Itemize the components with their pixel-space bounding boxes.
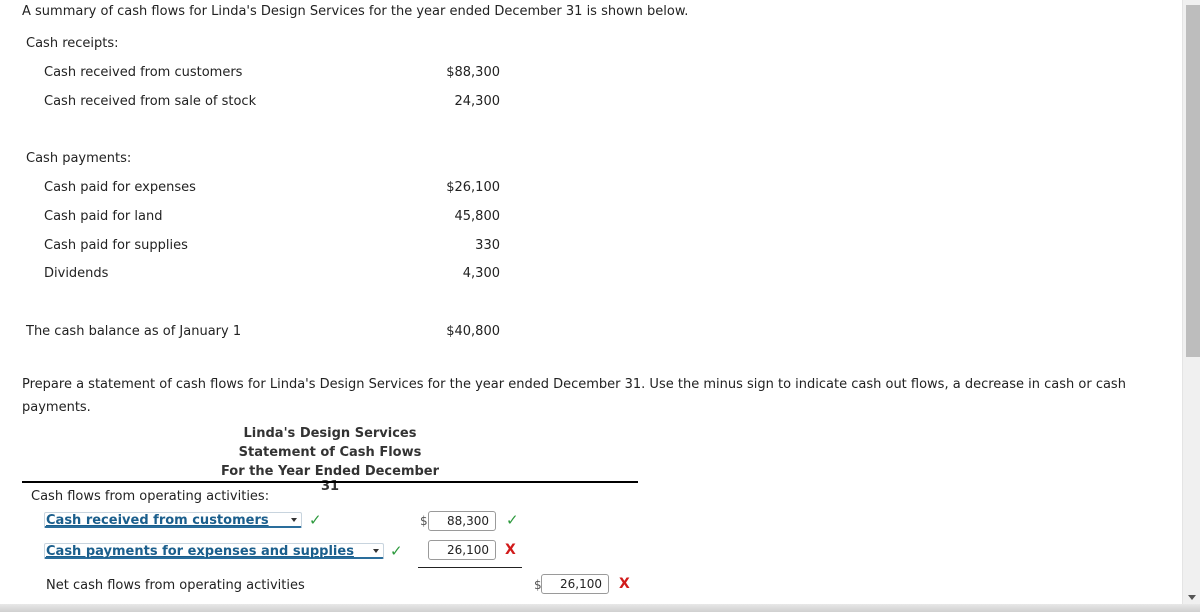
operating-section-label: Cash flows from operating activities: (31, 489, 270, 504)
bottom-edge (0, 604, 1200, 612)
cash-receipts-heading: Cash receipts: (26, 36, 119, 51)
scroll-down-arrow-icon[interactable] (1188, 595, 1196, 600)
payment-label: Cash paid for supplies (44, 238, 188, 253)
receipt-value: 24,300 (454, 94, 501, 109)
chevron-down-icon (373, 549, 379, 553)
payment-label: Cash paid for land (44, 209, 163, 224)
statement-company: Linda's Design Services (243, 426, 417, 441)
header-rule (22, 481, 638, 483)
payment-value: 330 (475, 238, 500, 253)
payment-value: $26,100 (446, 180, 500, 195)
scrollbar-thumb[interactable] (1186, 5, 1200, 357)
instructions-line-2: payments. (22, 400, 91, 415)
dropdown-value: Cash payments for expenses and supplies (46, 544, 354, 559)
payment-label: Dividends (44, 266, 109, 281)
amount-input[interactable] (428, 511, 496, 531)
subtotal-rule (418, 567, 522, 568)
line-item-dropdown[interactable]: Cash payments for expenses and supplies (44, 543, 384, 559)
net-operating-input[interactable] (541, 574, 609, 594)
payment-value: 4,300 (462, 266, 500, 281)
currency-symbol: $ (420, 514, 428, 528)
payment-value: 45,800 (454, 209, 501, 224)
intro-text: A summary of cash flows for Linda's Desi… (22, 4, 689, 19)
statement-title: Statement of Cash Flows (238, 445, 422, 460)
check-icon: ✓ (309, 511, 322, 529)
vertical-scrollbar[interactable] (1182, 0, 1200, 604)
payment-label: Cash paid for expenses (44, 180, 196, 195)
receipt-value: $88,300 (446, 65, 500, 80)
opening-balance-label: The cash balance as of January 1 (26, 324, 242, 339)
check-icon: ✓ (390, 542, 403, 560)
cross-icon: X (505, 542, 516, 558)
cross-icon: X (619, 576, 630, 592)
line-item-dropdown[interactable]: Cash received from customers (44, 512, 302, 528)
check-icon: ✓ (506, 511, 519, 529)
opening-balance-value: $40,800 (446, 324, 500, 339)
instructions-line-1: Prepare a statement of cash flows for Li… (22, 377, 1126, 392)
amount-input[interactable] (428, 540, 496, 560)
cash-payments-heading: Cash payments: (26, 151, 132, 166)
receipt-label: Cash received from sale of stock (44, 94, 257, 109)
dropdown-value: Cash received from customers (46, 513, 269, 528)
net-operating-label: Net cash flows from operating activities (46, 578, 305, 593)
receipt-label: Cash received from customers (44, 65, 243, 80)
chevron-down-icon (291, 518, 297, 522)
